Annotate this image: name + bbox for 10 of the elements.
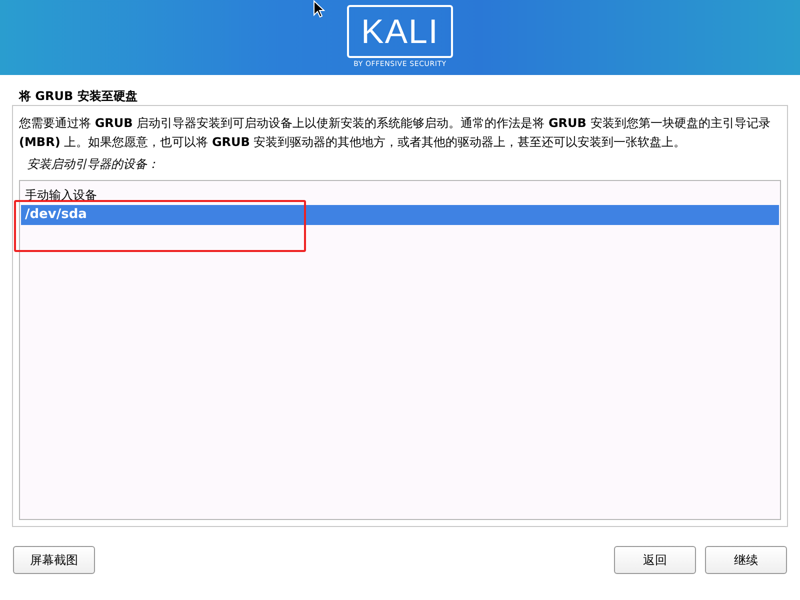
- screenshot-button[interactable]: 屏幕截图: [13, 546, 95, 574]
- device-item[interactable]: /dev/sda: [21, 205, 779, 225]
- mouse-pointer-icon: [313, 0, 325, 18]
- page-title: 将 GRUB 安装至硬盘: [18, 88, 138, 105]
- description-text: 您需要通过将 GRUB 启动引导器安装到可启动设备上以使新安装的系统能够启动。通常的作法是将 GRUB 安装到您第一块硬盘的主引导记录 (MBR) 上。如果您愿意，也可以将 GRUB 安装到驱动器的其他地方，或者其他的驱动器上，甚至还可以安装到一张软盘上。: [19, 115, 772, 151]
- logo-text: KALI: [361, 14, 439, 48]
- continue-button[interactable]: 继续: [705, 546, 787, 574]
- list-label: 安装启动引导器的设备：: [27, 156, 160, 173]
- device-item[interactable]: 手动输入设备: [21, 185, 779, 205]
- back-button[interactable]: 返回: [614, 546, 696, 574]
